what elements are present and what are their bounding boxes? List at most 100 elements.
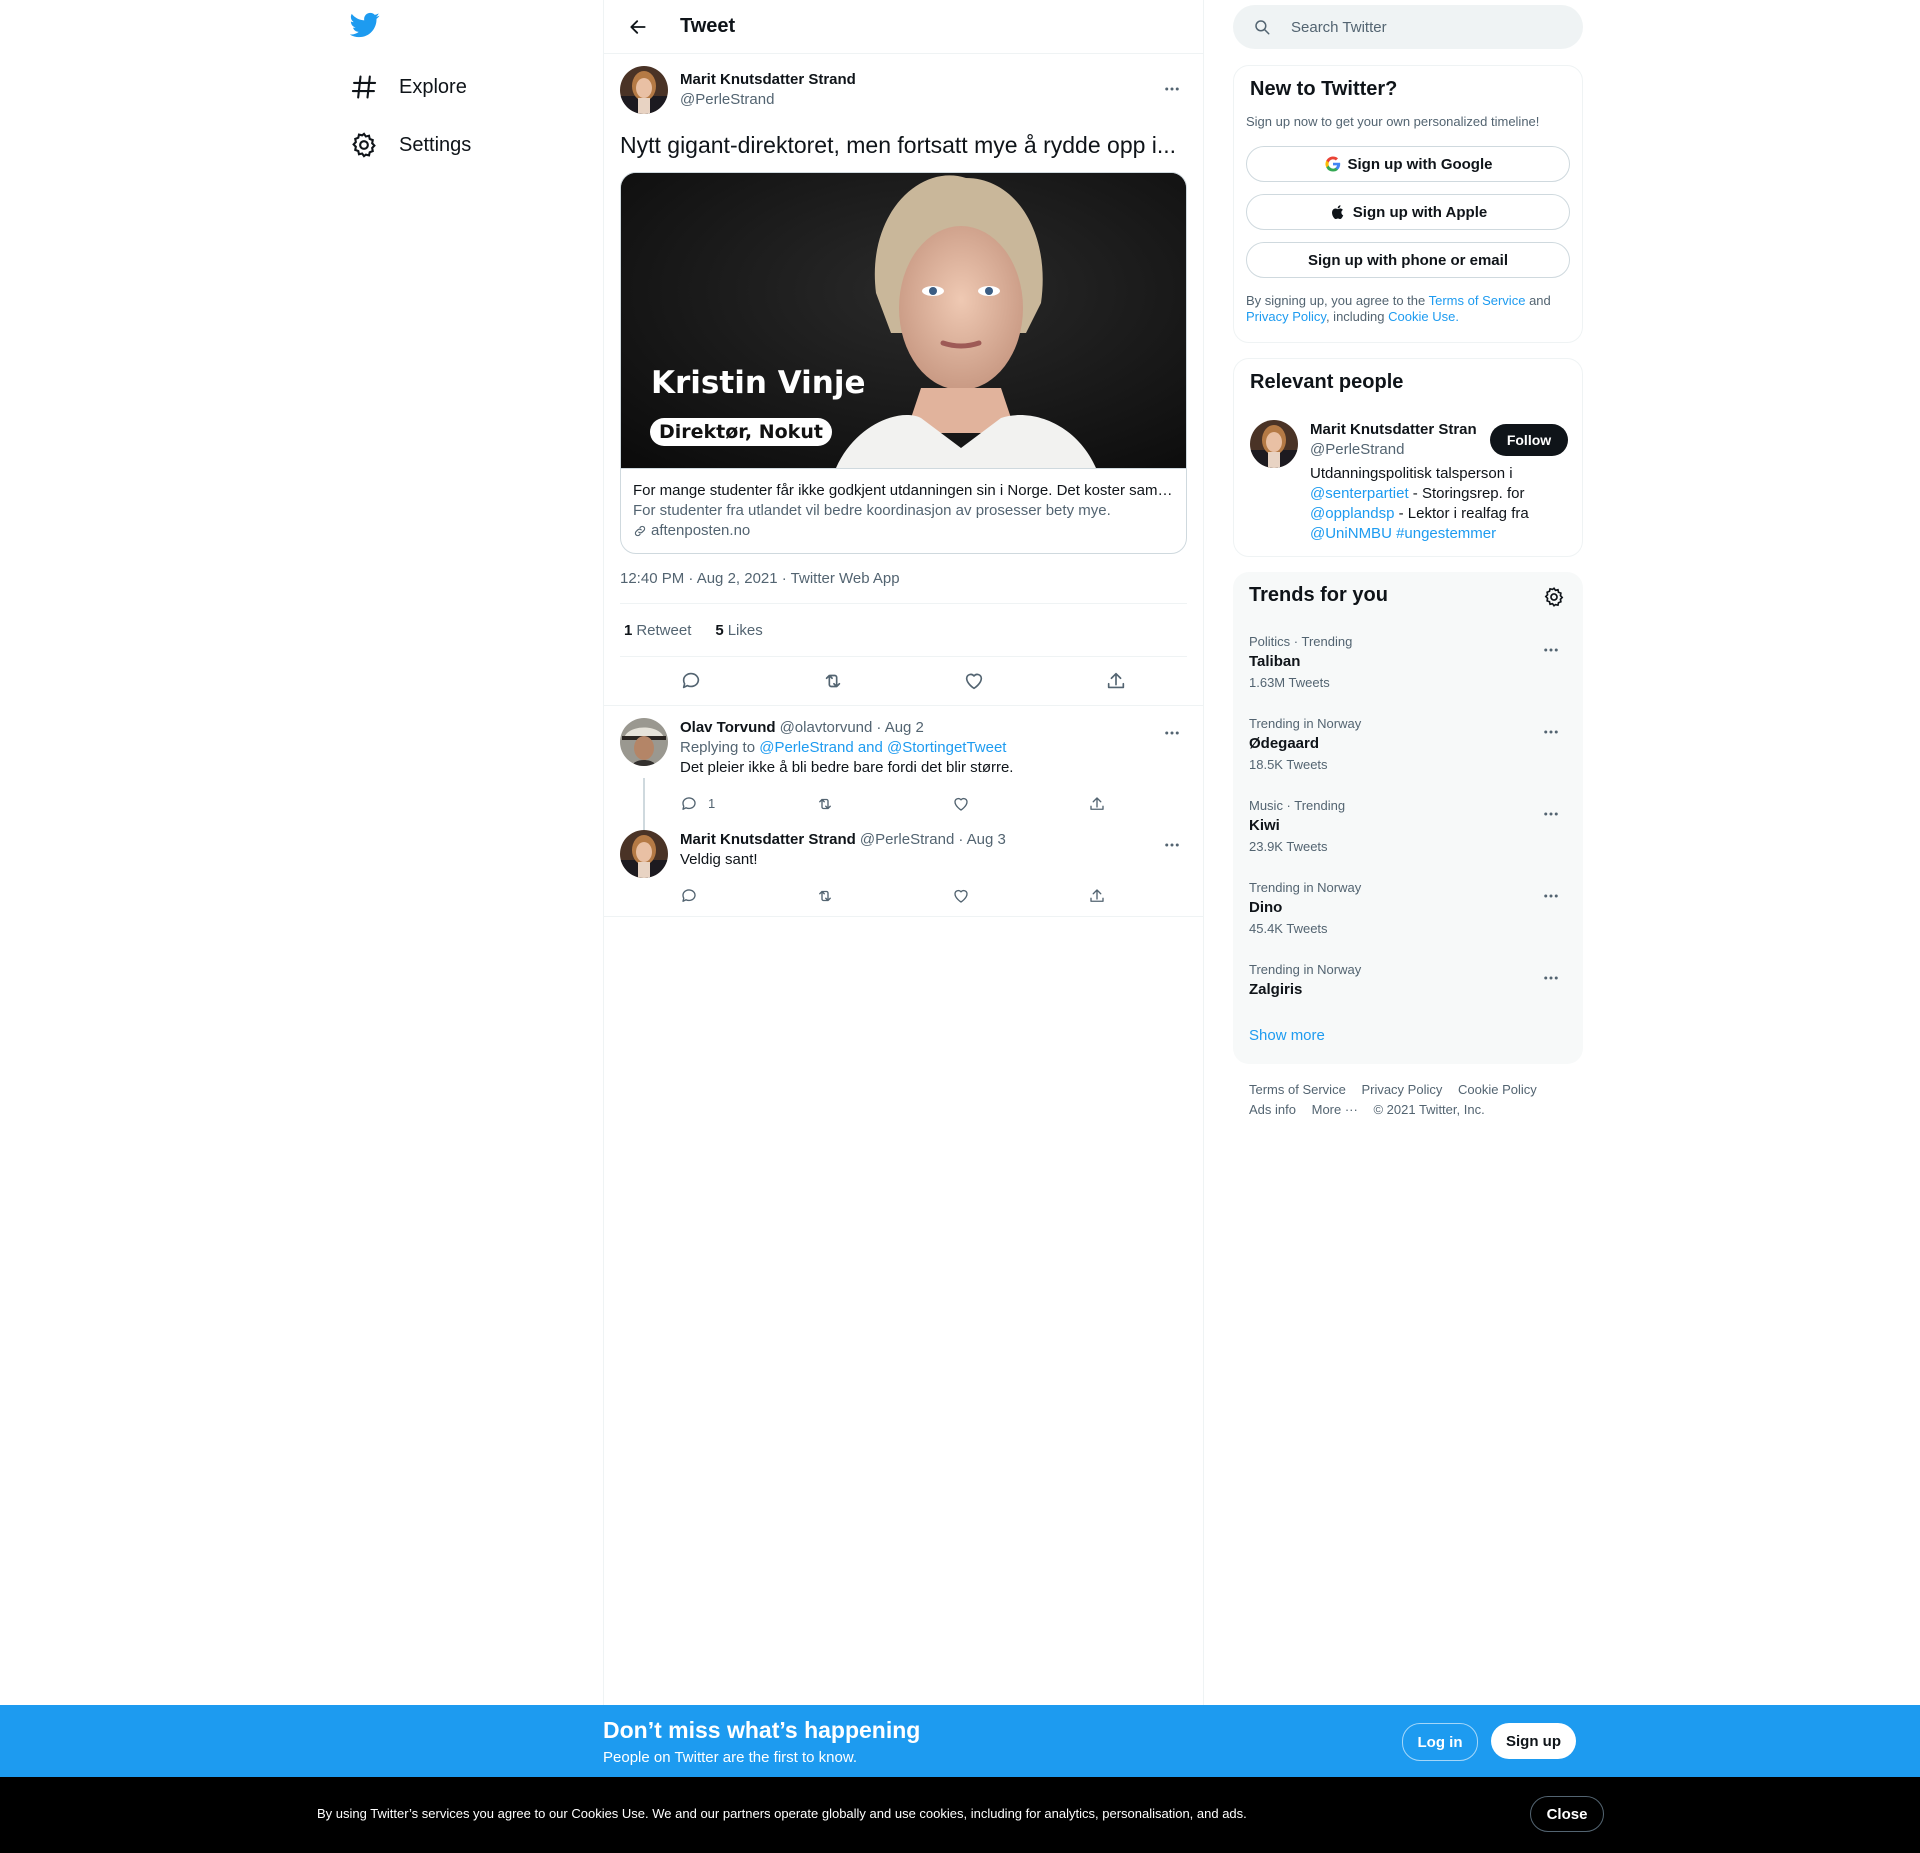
signup-button[interactable]: Sign up bbox=[1491, 1723, 1576, 1759]
search-box[interactable] bbox=[1233, 5, 1583, 49]
tweet-actions bbox=[620, 657, 1187, 705]
retweets-stat[interactable]: 1 Retweet bbox=[624, 622, 711, 639]
reply-text: Veldig sant! bbox=[680, 851, 758, 868]
cookie-close-button[interactable]: Close bbox=[1530, 1796, 1604, 1832]
more-dots-icon bbox=[1544, 730, 1558, 734]
cookie-use-link[interactable]: Cookie Use. bbox=[1388, 309, 1459, 324]
reply-author-handle[interactable]: @olavtorvund bbox=[780, 718, 873, 738]
trends-settings-button[interactable] bbox=[1543, 586, 1567, 610]
avatar[interactable] bbox=[620, 66, 668, 114]
signup-phone-label: Sign up with phone or email bbox=[1307, 251, 1508, 269]
nav-item-explore[interactable]: Explore bbox=[350, 65, 467, 109]
tweet-author-row: Marit Knutsdatter Strand @PerleStrand bbox=[620, 54, 1187, 114]
signup-apple-button[interactable]: Sign up with Apple bbox=[1246, 194, 1570, 230]
like-button[interactable] bbox=[952, 795, 1088, 813]
replying-to-link[interactable]: @PerleStrand and @StortingetTweet bbox=[759, 739, 1006, 756]
signup-phone-button[interactable]: Sign up with phone or email bbox=[1246, 242, 1570, 278]
share-button[interactable] bbox=[1097, 662, 1135, 700]
trend-item[interactable]: Trending in Norway Ødegaard 18.5K Tweets bbox=[1249, 716, 1567, 796]
trend-more-button[interactable] bbox=[1535, 798, 1567, 830]
reply-icon bbox=[682, 672, 700, 689]
more-dots-icon bbox=[1165, 843, 1179, 847]
trend-name: Zalgiris bbox=[1249, 981, 1303, 998]
trend-category: Trending in Norway bbox=[1249, 962, 1362, 977]
retweet-button[interactable] bbox=[816, 795, 952, 813]
footer-cookie-link[interactable]: Cookie Policy bbox=[1458, 1082, 1537, 1097]
reply-button[interactable]: 1 bbox=[680, 794, 816, 814]
link-icon bbox=[634, 525, 646, 537]
more-dots-icon bbox=[1544, 894, 1558, 898]
google-icon bbox=[1324, 156, 1340, 172]
nav-label-settings: Settings bbox=[399, 133, 472, 156]
retweet-button[interactable] bbox=[814, 662, 852, 700]
trend-name: Dino bbox=[1249, 899, 1283, 916]
banner-subtitle: People on Twitter are the first to know. bbox=[603, 1749, 858, 1766]
avatar[interactable] bbox=[620, 718, 668, 766]
reply-author-handle[interactable]: @PerleStrand bbox=[860, 830, 954, 850]
share-icon bbox=[1107, 672, 1125, 689]
banner-title: Don’t miss what’s happening bbox=[603, 1717, 921, 1743]
footer-more-link[interactable]: More ··· bbox=[1312, 1102, 1358, 1117]
more-options-button[interactable] bbox=[1155, 828, 1189, 862]
bio-link-senterpartiet[interactable]: @senterpartiet bbox=[1310, 485, 1409, 502]
reply-tweet[interactable]: Olav Torvund @olavtorvund · Aug 2 Replyi… bbox=[604, 706, 1203, 848]
avatar[interactable] bbox=[1250, 420, 1298, 468]
trend-more-button[interactable] bbox=[1535, 880, 1567, 912]
trend-item[interactable]: Music · Trending Kiwi 23.9K Tweets bbox=[1249, 798, 1567, 878]
back-button[interactable] bbox=[620, 9, 656, 45]
author-name[interactable]: Marit Knutsdatter Strand bbox=[680, 70, 856, 90]
signup-panel: New to Twitter? Sign up now to get your … bbox=[1233, 65, 1583, 343]
trend-more-button[interactable] bbox=[1535, 634, 1567, 666]
retweet-button[interactable] bbox=[816, 887, 952, 905]
reply-button[interactable] bbox=[680, 887, 816, 905]
nav-item-settings[interactable]: Settings bbox=[350, 123, 471, 167]
relevant-title: Relevant people bbox=[1250, 371, 1404, 393]
share-button[interactable] bbox=[1088, 795, 1224, 813]
trend-item[interactable]: Politics · Trending Taliban 1.63M Tweets bbox=[1249, 634, 1567, 714]
reply-button[interactable] bbox=[672, 662, 710, 700]
arrow-left-icon bbox=[630, 19, 646, 34]
twitter-logo-icon[interactable] bbox=[349, 10, 386, 46]
reply-date[interactable]: · Aug 3 bbox=[958, 830, 1006, 850]
reply-author-name[interactable]: Olav Torvund bbox=[680, 718, 776, 738]
login-button[interactable]: Log in bbox=[1402, 1723, 1478, 1761]
signup-legal: By signing up, you agree to the Terms of… bbox=[1246, 293, 1571, 325]
trend-more-button[interactable] bbox=[1535, 716, 1567, 748]
privacy-link[interactable]: Privacy Policy bbox=[1246, 309, 1326, 324]
link-card[interactable]: Kristin Vinje Direktør, Nokut For mange … bbox=[620, 172, 1187, 554]
reply-actions bbox=[680, 878, 1224, 914]
share-button[interactable] bbox=[1088, 887, 1224, 905]
signup-google-button[interactable]: Sign up with Google bbox=[1246, 146, 1570, 182]
reply-actions: 1 bbox=[680, 786, 1224, 822]
relevant-handle[interactable]: @PerleStrand bbox=[1310, 440, 1404, 460]
like-button[interactable] bbox=[955, 662, 993, 700]
bio-link-opplandsp[interactable]: @opplandsp bbox=[1310, 505, 1394, 522]
avatar[interactable] bbox=[620, 830, 668, 878]
follow-button[interactable]: Follow bbox=[1490, 424, 1568, 456]
author-handle[interactable]: @PerleStrand bbox=[680, 90, 856, 110]
likes-stat[interactable]: 5 Likes bbox=[715, 622, 782, 639]
footer-copyright: © 2021 Twitter, Inc. bbox=[1373, 1102, 1485, 1117]
legal-prefix: By signing up, you agree to the bbox=[1246, 293, 1426, 308]
more-options-button[interactable] bbox=[1155, 72, 1189, 106]
relevant-people-panel: Relevant people Marit Knutsdatter Strand… bbox=[1233, 358, 1583, 557]
search-icon bbox=[1255, 20, 1270, 35]
show-more-link[interactable]: Show more bbox=[1249, 1027, 1325, 1044]
like-button[interactable] bbox=[952, 887, 1088, 905]
more-options-button[interactable] bbox=[1155, 716, 1189, 750]
footer-privacy-link[interactable]: Privacy Policy bbox=[1361, 1082, 1442, 1097]
relevant-name[interactable]: Marit Knutsdatter Strand bbox=[1310, 420, 1477, 440]
search-input[interactable] bbox=[1289, 17, 1553, 37]
trend-name: Kiwi bbox=[1249, 817, 1280, 834]
trend-count: 23.9K Tweets bbox=[1249, 839, 1328, 854]
footer-ads-link[interactable]: Ads info bbox=[1249, 1102, 1296, 1117]
reply-date[interactable]: · Aug 2 bbox=[876, 718, 924, 738]
reply-tweet[interactable]: Marit Knutsdatter Strand @PerleStrand · … bbox=[604, 822, 1203, 917]
bio-link-uninmbu[interactable]: @UniNMBU #ungestemmer bbox=[1310, 525, 1496, 542]
trend-item[interactable]: Trending in Norway Dino 45.4K Tweets bbox=[1249, 880, 1567, 960]
footer-terms-link[interactable]: Terms of Service bbox=[1249, 1082, 1346, 1097]
trend-more-button[interactable] bbox=[1535, 962, 1567, 994]
terms-link[interactable]: Terms of Service bbox=[1429, 293, 1526, 308]
reply-author-name[interactable]: Marit Knutsdatter Strand bbox=[680, 830, 856, 850]
trend-name: Ødegaard bbox=[1249, 735, 1320, 752]
